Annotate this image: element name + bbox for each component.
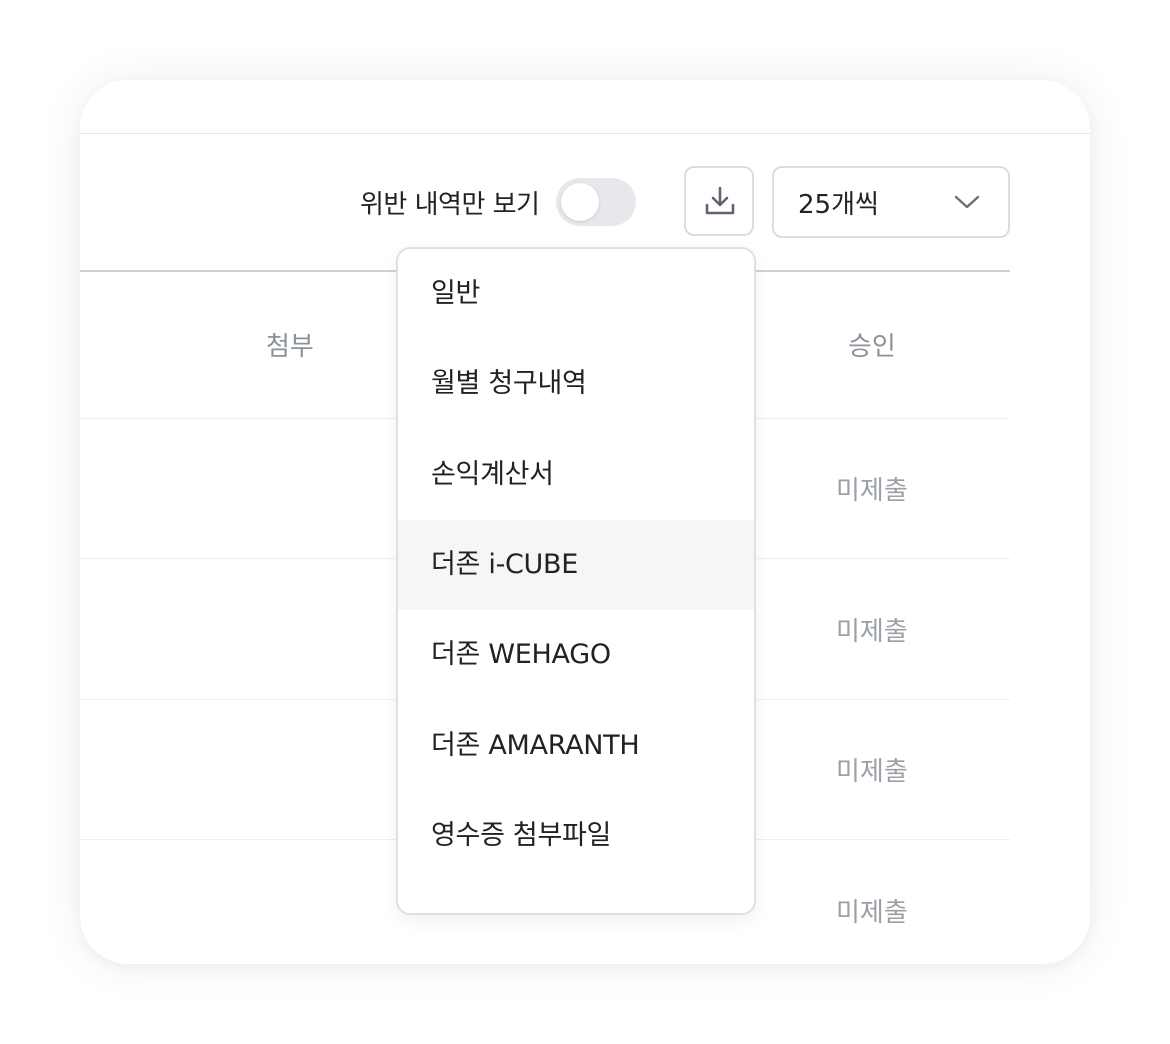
download-button[interactable]	[684, 166, 754, 236]
violation-filter-label: 위반 내역만 보기	[360, 190, 540, 220]
menu-item-monthly-billing[interactable]: 월별 청구내역	[398, 339, 754, 429]
page-size-value: 25개씩	[798, 190, 879, 220]
approve-status: 미제출	[836, 898, 908, 928]
download-icon	[705, 186, 735, 215]
download-format-menu: 일반 월별 청구내역 손익계산서 더존 i-CUBE 더존 WEHAGO 더존 …	[396, 247, 756, 915]
menu-item-general[interactable]: 일반	[398, 249, 754, 339]
column-header-approve: 승인	[848, 332, 896, 362]
menu-item-douzone-icube[interactable]: 더존 i-CUBE	[398, 520, 754, 610]
menu-item-douzone-wehago[interactable]: 더존 WEHAGO	[398, 610, 754, 700]
top-divider	[80, 133, 1090, 134]
menu-item-receipt-attachments[interactable]: 영수증 첨부파일	[398, 791, 754, 881]
approve-status: 미제출	[836, 617, 908, 647]
column-header-attach: 첨부	[266, 332, 314, 362]
approve-status: 미제출	[836, 757, 908, 787]
toggle-knob	[561, 183, 599, 221]
chevron-down-icon	[954, 195, 980, 209]
approve-status: 미제출	[836, 476, 908, 506]
page-size-select[interactable]: 25개씩	[772, 166, 1010, 238]
menu-item-douzone-amaranth[interactable]: 더존 AMARANTH	[398, 701, 754, 791]
menu-item-income-statement[interactable]: 손익계산서	[398, 430, 754, 520]
violation-filter-toggle[interactable]	[556, 178, 636, 226]
